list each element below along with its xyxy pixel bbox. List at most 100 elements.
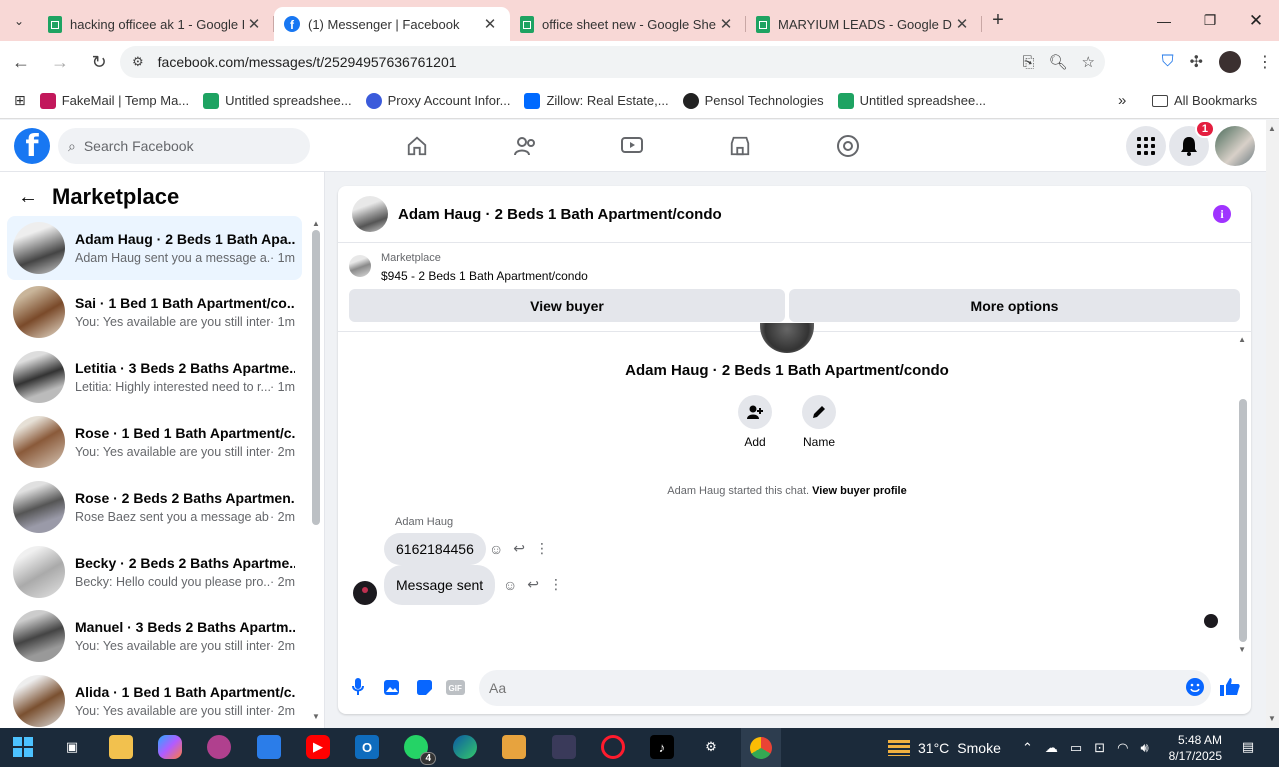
- sender-avatar[interactable]: [353, 581, 377, 605]
- reply-icon[interactable]: ↩: [513, 540, 525, 557]
- react-smile-icon[interactable]: ☺: [503, 577, 517, 593]
- bookmark-item[interactable]: Untitled spreadshee...: [837, 92, 986, 109]
- back-arrow-icon[interactable]: ←: [18, 186, 38, 209]
- notifications-bell-icon[interactable]: 1: [1169, 120, 1215, 166]
- close-icon[interactable]: ✕: [952, 15, 972, 33]
- sticker-icon[interactable]: [414, 677, 434, 697]
- react-smile-icon[interactable]: ☺: [489, 541, 503, 557]
- terminal-app-icon[interactable]: [552, 735, 576, 759]
- bookmark-item[interactable]: Untitled spreadshee...: [203, 92, 352, 109]
- all-bookmarks[interactable]: All Bookmarks: [1152, 93, 1257, 108]
- taskbar-clock[interactable]: 5:48 AM 8/17/2025: [1169, 732, 1222, 764]
- chrome-taskbar-button[interactable]: [741, 728, 781, 767]
- wifi-icon[interactable]: ◠: [1117, 740, 1128, 756]
- chat-scrollbar[interactable]: [1239, 399, 1247, 642]
- opera-icon[interactable]: [601, 735, 625, 759]
- profile-avatar[interactable]: [1219, 51, 1241, 73]
- scroll-up-icon[interactable]: ▲: [312, 219, 320, 228]
- more-options-button[interactable]: More options: [789, 289, 1240, 322]
- name-action[interactable]: Name: [794, 395, 844, 449]
- facebook-logo-icon[interactable]: f: [14, 128, 50, 164]
- conversation-item[interactable]: Letitia · 3 Beds 2 Baths Apartme... Letit…: [7, 345, 302, 409]
- bookmark-item[interactable]: Pensol Technologies: [682, 92, 824, 109]
- photo-icon[interactable]: [381, 677, 401, 697]
- outlook-icon[interactable]: O: [355, 735, 379, 759]
- url-text[interactable]: facebook.com/messages/t/2529495763676120…: [158, 54, 457, 70]
- bookmark-star-icon[interactable]: ☆: [1082, 53, 1095, 71]
- browser-tab-active[interactable]: f (1) Messenger | Facebook ✕: [274, 7, 510, 41]
- add-person-icon[interactable]: [738, 395, 772, 429]
- display-icon[interactable]: ⊡: [1094, 740, 1105, 756]
- scroll-down-icon[interactable]: ▼: [1238, 645, 1246, 654]
- menu-grid-icon[interactable]: [1126, 126, 1166, 166]
- gaming-icon[interactable]: [834, 132, 862, 160]
- new-tab-button[interactable]: +: [982, 9, 1014, 32]
- tab-search-chevron-icon[interactable]: ⌄: [0, 0, 38, 41]
- conversation-item[interactable]: Sai · 1 Bed 1 Bath Apartment/co... You: Y…: [7, 280, 302, 344]
- onedrive-icon[interactable]: ☁: [1045, 740, 1058, 756]
- more-bookmarks-chevron-icon[interactable]: »: [1118, 92, 1126, 109]
- view-buyer-button[interactable]: View buyer: [349, 289, 785, 322]
- forward-arrow-icon[interactable]: →: [42, 44, 78, 80]
- weather-widget[interactable]: 31°C Smoke: [888, 728, 1001, 767]
- conversation-item[interactable]: Alida · 1 Bed 1 Bath Apartment/c... You: …: [7, 669, 302, 733]
- show-hidden-chevron-icon[interactable]: ⌃: [1022, 740, 1033, 756]
- video-icon[interactable]: [618, 132, 646, 160]
- chat-avatar[interactable]: [352, 196, 388, 232]
- apps-grid-icon[interactable]: ⊞: [14, 92, 26, 109]
- youtube-icon[interactable]: ▶: [306, 735, 330, 759]
- search-facebook-input[interactable]: ⌕ Search Facebook: [58, 128, 310, 164]
- add-action[interactable]: Add: [730, 395, 780, 449]
- scroll-up-icon[interactable]: ▲: [1268, 124, 1276, 133]
- scroll-up-icon[interactable]: ▲: [1238, 335, 1246, 344]
- browser-tab[interactable]: MARYIUM LEADS - Google Driv ✕: [746, 7, 982, 41]
- chat-title[interactable]: Adam Haug · 2 Beds 1 Bath Apartment/cond…: [398, 206, 722, 223]
- minimize-icon[interactable]: —: [1141, 0, 1187, 41]
- browser-tab[interactable]: hacking officee ak 1 - Google D ✕: [38, 7, 274, 41]
- site-info-icon[interactable]: ⚙: [132, 54, 144, 70]
- restore-icon[interactable]: ❐: [1187, 0, 1233, 41]
- like-thumb-icon[interactable]: [1220, 677, 1240, 697]
- conversation-item[interactable]: Manuel · 3 Beds 2 Baths Apartm... You: Ye…: [7, 604, 302, 668]
- close-icon[interactable]: ✕: [244, 15, 264, 33]
- whatsapp-icon[interactable]: 4: [404, 735, 436, 765]
- browser-tab[interactable]: office sheet new - Google Shee ✕: [510, 7, 746, 41]
- close-icon[interactable]: ✕: [716, 15, 736, 33]
- zoom-icon[interactable]: 🔍︎: [1049, 53, 1068, 71]
- back-arrow-icon[interactable]: ←: [3, 44, 39, 80]
- volume-icon[interactable]: 🔊︎: [1140, 740, 1148, 756]
- windows-start-icon[interactable]: [11, 735, 35, 759]
- message-input[interactable]: [479, 670, 1211, 706]
- notification-center-icon[interactable]: ▤: [1236, 735, 1260, 759]
- medal-app-icon[interactable]: [502, 735, 526, 759]
- edge-icon[interactable]: [453, 735, 477, 759]
- extensions-puzzle-icon[interactable]: ✣: [1190, 52, 1203, 72]
- file-explorer-icon[interactable]: [109, 735, 133, 759]
- more-dots-icon[interactable]: ⋮: [535, 540, 549, 557]
- bookmark-item[interactable]: FakeMail | Temp Ma...: [39, 92, 189, 109]
- friends-icon[interactable]: [511, 132, 539, 160]
- conversation-item[interactable]: Adam Haug · 2 Beds 1 Bath Apa... Adam Hau…: [7, 216, 302, 280]
- gif-icon[interactable]: GIF: [445, 677, 465, 697]
- pencil-icon[interactable]: [802, 395, 836, 429]
- message-bubble[interactable]: Message sent: [384, 565, 496, 605]
- conversation-item[interactable]: Rose · 1 Bed 1 Bath Apartment/c... You: Y…: [7, 410, 302, 474]
- marketplace-icon[interactable]: [726, 132, 754, 160]
- message-bubble[interactable]: 6162184456: [384, 533, 486, 565]
- info-icon[interactable]: i: [1213, 205, 1231, 223]
- window-close-icon[interactable]: ✕: [1233, 0, 1279, 41]
- address-bar[interactable]: ⚙ facebook.com/messages/t/25294957636761…: [120, 46, 1105, 78]
- microphone-icon[interactable]: [348, 677, 368, 697]
- emoji-icon[interactable]: [1185, 677, 1205, 697]
- install-app-icon[interactable]: ⎘: [1022, 54, 1034, 71]
- scroll-down-icon[interactable]: ▼: [312, 712, 320, 721]
- close-icon[interactable]: ✕: [480, 15, 500, 33]
- settings-gear-icon[interactable]: ⚙: [699, 735, 723, 759]
- account-avatar[interactable]: [1215, 126, 1255, 166]
- reload-icon[interactable]: ↻: [81, 44, 117, 80]
- battery-icon[interactable]: ▭: [1070, 740, 1082, 756]
- view-buyer-profile-link[interactable]: View buyer profile: [812, 485, 907, 497]
- copilot-icon[interactable]: [158, 735, 182, 759]
- more-dots-icon[interactable]: ⋮: [549, 576, 563, 593]
- home-icon[interactable]: [403, 132, 431, 160]
